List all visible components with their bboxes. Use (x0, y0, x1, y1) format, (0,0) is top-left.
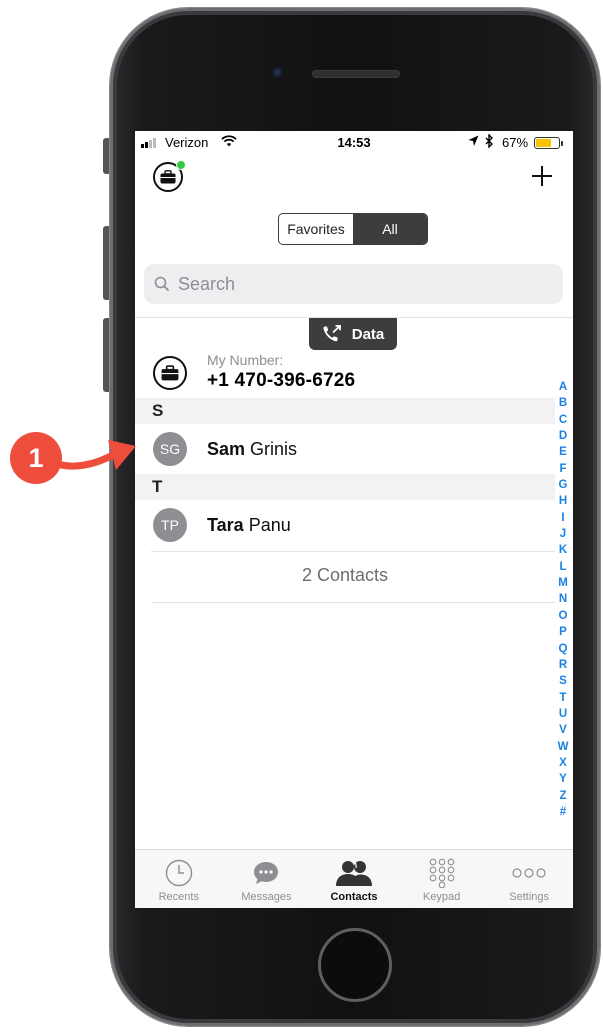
people-icon (334, 858, 374, 888)
magnifier-icon (154, 276, 170, 292)
alphabet-index-letter[interactable]: O (559, 608, 568, 624)
battery-percentage: 67% (502, 135, 529, 150)
my-number-label: My Number: (207, 352, 284, 368)
tab-contacts[interactable]: Contacts (310, 850, 398, 908)
tab-label: Contacts (330, 891, 378, 903)
divider (151, 602, 555, 603)
alphabet-index-letter[interactable]: I (561, 510, 564, 526)
search-input[interactable]: Search (144, 264, 563, 304)
alphabet-index-letter[interactable]: M (558, 575, 568, 591)
alphabet-index-letter[interactable]: N (559, 591, 567, 607)
plus-icon (532, 166, 552, 186)
tab-label: Messages (241, 891, 292, 903)
my-number-value: +1 470-396-6726 (207, 370, 356, 391)
earpiece-speaker (312, 70, 400, 78)
tab-bar: Recents Messages Contacts Keypad Setting… (135, 849, 573, 908)
alphabet-index-letter[interactable]: E (559, 444, 567, 460)
alphabet-index[interactable]: A B C D E F G H I J K L M N O P Q R S T U V W X Y Z # (553, 379, 573, 820)
step-number-badge: 1 (10, 432, 62, 484)
alphabet-index-letter[interactable]: H (559, 493, 567, 509)
alphabet-index-letter[interactable]: B (559, 395, 567, 411)
location-arrow-icon (468, 135, 479, 150)
alphabet-index-letter[interactable]: K (559, 542, 567, 558)
section-header-t: T (135, 474, 555, 500)
alphabet-index-letter[interactable]: D (559, 428, 567, 444)
contact-name: Tara Panu (207, 515, 291, 536)
alphabet-index-letter[interactable]: V (559, 722, 567, 738)
alphabet-index-letter[interactable]: U (559, 706, 567, 722)
tab-label: Keypad (422, 891, 461, 903)
keypad-icon (427, 858, 457, 888)
phone-forward-icon (323, 325, 341, 342)
section-header-s: S (135, 398, 555, 424)
my-number-briefcase-icon (153, 356, 187, 390)
add-contact-button[interactable] (527, 161, 557, 191)
alphabet-index-letter[interactable]: C (559, 412, 567, 428)
alphabet-index-letter[interactable]: X (559, 755, 567, 771)
tab-label: Settings (509, 891, 550, 903)
alphabet-index-letter[interactable]: L (559, 559, 566, 575)
contact-last-name: Grinis (250, 439, 298, 459)
alphabet-index-letter[interactable]: P (559, 624, 567, 640)
battery-tip (561, 141, 563, 146)
alphabet-index-letter[interactable]: Z (559, 788, 566, 804)
chat-bubble-icon (252, 858, 280, 888)
home-button[interactable] (318, 928, 392, 1002)
divider (151, 551, 555, 552)
alphabet-index-letter[interactable]: S (559, 673, 567, 689)
alphabet-index-letter[interactable]: A (559, 379, 567, 395)
avatar: TP (153, 508, 187, 542)
alphabet-index-letter[interactable]: R (559, 657, 567, 673)
alphabet-index-letter[interactable]: W (558, 739, 569, 755)
annotation-arrow (48, 440, 136, 470)
tab-settings[interactable]: Settings (485, 850, 573, 908)
bluetooth-icon (485, 133, 494, 151)
alphabet-index-letter[interactable]: G (559, 477, 568, 493)
contact-row-tara-panu[interactable]: TP Tara Panu (135, 500, 555, 550)
contacts-count: 2 Contacts (301, 565, 389, 585)
search-placeholder: Search (178, 273, 236, 294)
contact-row-sam-grinis[interactable]: SG Sam Grinis (135, 424, 555, 474)
contact-name: Sam Grinis (207, 439, 297, 460)
status-bar: Verizon 14:53 67% (135, 131, 573, 155)
tab-messages[interactable]: Messages (223, 850, 311, 908)
front-camera (272, 67, 284, 79)
contact-first-name: Sam (207, 439, 246, 459)
data-pill-label: Data (351, 325, 385, 343)
favorites-all-toggle: Favorites All (278, 213, 428, 245)
phone-screen: Verizon 14:53 67% Favorites All Search D… (135, 131, 573, 908)
tab-keypad[interactable]: Keypad (398, 850, 486, 908)
tab-label: Recents (158, 891, 199, 903)
alphabet-index-letter[interactable]: J (560, 526, 566, 542)
alphabet-index-letter[interactable]: Q (559, 641, 568, 657)
tab-recents[interactable]: Recents (135, 850, 223, 908)
alphabet-index-letter[interactable]: Y (559, 771, 567, 787)
more-dots-icon (511, 858, 547, 888)
tab-all[interactable]: All (353, 214, 427, 244)
presence-status-dot (176, 160, 186, 170)
data-call-pill[interactable]: Data (309, 318, 397, 350)
alphabet-index-letter[interactable]: T (559, 690, 566, 706)
contact-last-name: Panu (248, 515, 291, 535)
contact-first-name: Tara (207, 515, 244, 535)
avatar: SG (153, 432, 187, 466)
battery-icon (534, 137, 560, 149)
tab-favorites[interactable]: Favorites (279, 214, 353, 244)
alphabet-index-letter[interactable]: # (560, 804, 566, 820)
alphabet-index-letter[interactable]: F (559, 461, 566, 477)
battery-level-fill (536, 139, 551, 147)
clock-icon (165, 858, 193, 888)
